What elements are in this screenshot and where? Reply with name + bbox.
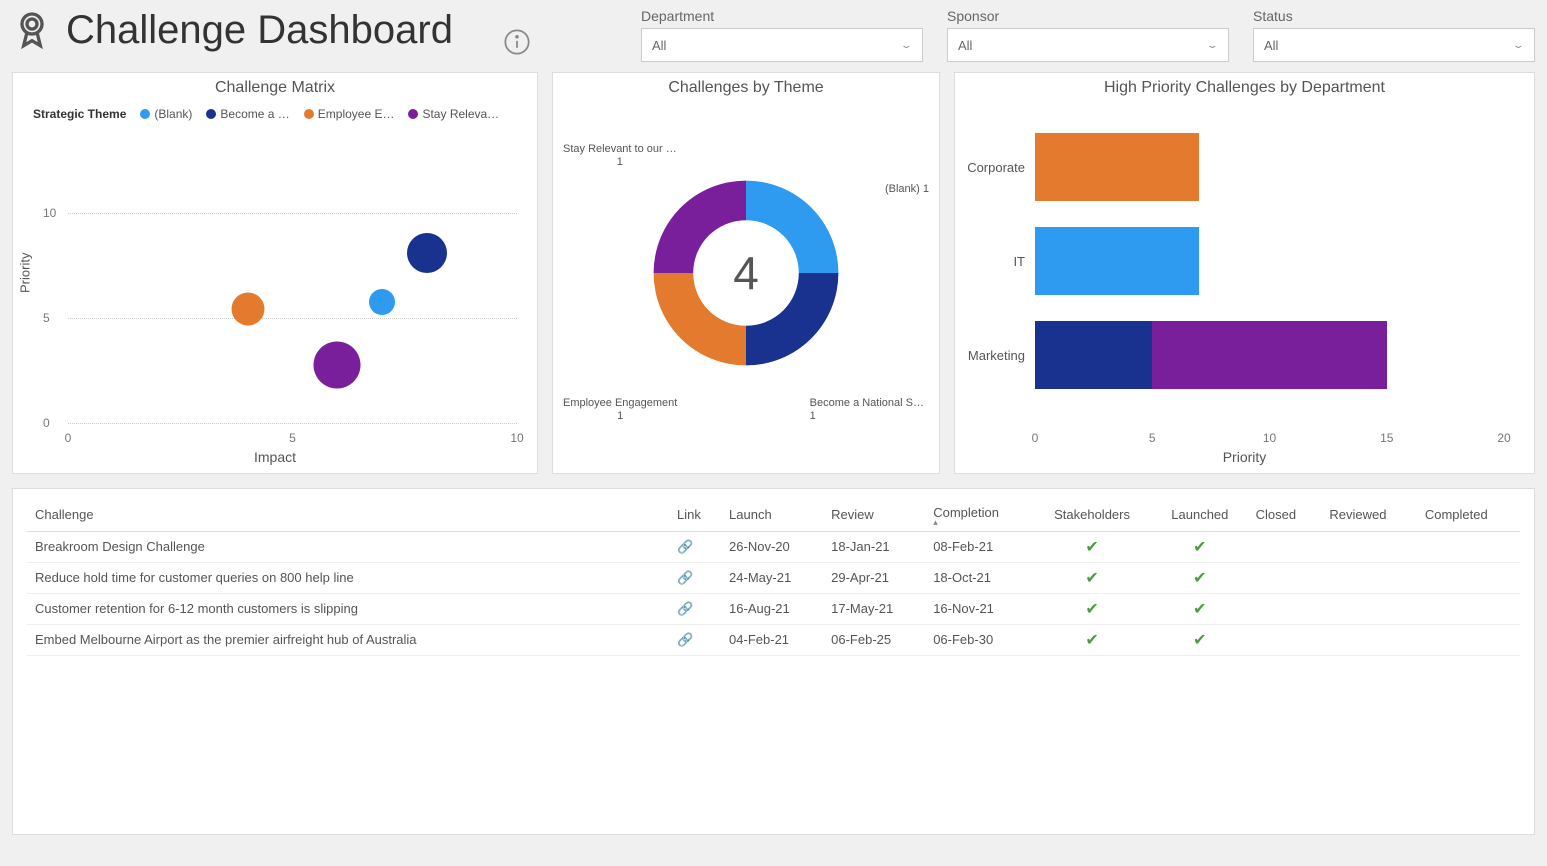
col-closed[interactable]: Closed	[1248, 499, 1322, 531]
hbar-title: High Priority Challenges by Department	[955, 73, 1534, 103]
sponsor-value: All	[958, 38, 972, 53]
link-icon[interactable]: 🔗	[669, 593, 721, 624]
scatter-x-label: Impact	[254, 449, 296, 465]
sort-asc-icon: ▴	[933, 520, 1024, 525]
scatter-plot-area: 05100510	[68, 213, 517, 423]
cell-challenge: Reduce hold time for customer queries on…	[27, 562, 669, 593]
status-dropdown[interactable]: All ⌄	[1253, 28, 1535, 62]
donut-label-employee: Employee Engagement1	[563, 397, 677, 423]
filter-department: Department All ⌄	[641, 8, 923, 62]
page-title: Challenge Dashboard	[66, 8, 453, 53]
cell-launched: ✔	[1152, 562, 1248, 593]
cell-challenge: Embed Melbourne Airport as the premier a…	[27, 624, 669, 655]
chevron-down-icon: ⌄	[1206, 39, 1219, 50]
cell-challenge: Breakroom Design Challenge	[27, 531, 669, 562]
filter-status-label: Status	[1253, 8, 1535, 24]
chevron-down-icon: ⌄	[1512, 39, 1525, 50]
hbar-segment[interactable]	[1152, 321, 1387, 389]
scatter-title: Challenge Matrix	[13, 73, 537, 103]
hbar-segment[interactable]	[1035, 133, 1199, 201]
high-priority-by-department-chart[interactable]: High Priority Challenges by Department 0…	[954, 72, 1535, 474]
cell-review: 06-Feb-25	[823, 624, 925, 655]
filter-sponsor-label: Sponsor	[947, 8, 1229, 24]
col-reviewed[interactable]: Reviewed	[1321, 499, 1416, 531]
col-completion[interactable]: Completion▴	[925, 499, 1032, 531]
sponsor-dropdown[interactable]: All ⌄	[947, 28, 1229, 62]
scatter-point[interactable]	[407, 233, 447, 273]
scatter-point[interactable]	[369, 289, 395, 315]
donut-label-blank: (Blank) 1	[885, 183, 929, 196]
link-icon[interactable]: 🔗	[669, 562, 721, 593]
cell-review: 18-Jan-21	[823, 531, 925, 562]
cell-launched: ✔	[1152, 531, 1248, 562]
cell-completion: 06-Feb-30	[925, 624, 1032, 655]
col-launch[interactable]: Launch	[721, 499, 823, 531]
cell-completion: 18-Oct-21	[925, 562, 1032, 593]
hbar-x-label: Priority	[1223, 449, 1267, 465]
cell-review: 17-May-21	[823, 593, 925, 624]
table-header-row: Challenge Link Launch Review Completion▴…	[27, 499, 1520, 531]
scatter-point[interactable]	[231, 293, 264, 326]
table-row[interactable]: Reduce hold time for customer queries on…	[27, 562, 1520, 593]
challenges-by-theme-chart[interactable]: Challenges by Theme 4 (Blank) 1 Become a…	[552, 72, 940, 474]
scatter-y-label: Priority	[18, 253, 33, 293]
filter-department-label: Department	[641, 8, 923, 24]
legend-item[interactable]: Stay Releva…	[408, 107, 499, 121]
chevron-down-icon: ⌄	[900, 39, 913, 50]
cell-review: 29-Apr-21	[823, 562, 925, 593]
hbar-segment[interactable]	[1035, 321, 1152, 389]
scatter-legend: Strategic Theme (Blank) Become a … Employe…	[33, 107, 527, 121]
header: Challenge Dashboard Department All ⌄ Spo…	[12, 8, 1535, 62]
cell-launch: 16-Aug-21	[721, 593, 823, 624]
filter-status: Status All ⌄	[1253, 8, 1535, 62]
cell-completion: 16-Nov-21	[925, 593, 1032, 624]
table-row[interactable]: Breakroom Design Challenge 🔗 26-Nov-20 1…	[27, 531, 1520, 562]
link-icon[interactable]: 🔗	[669, 624, 721, 655]
col-completed[interactable]: Completed	[1417, 499, 1520, 531]
hbar-category-label: Marketing	[968, 348, 1025, 363]
table-row[interactable]: Embed Melbourne Airport as the premier a…	[27, 624, 1520, 655]
department-value: All	[652, 38, 666, 53]
ribbon-icon	[12, 9, 52, 52]
hbar-category-label: Corporate	[967, 160, 1025, 175]
cell-launch: 04-Feb-21	[721, 624, 823, 655]
cell-launch: 26-Nov-20	[721, 531, 823, 562]
col-review[interactable]: Review	[823, 499, 925, 531]
legend-item[interactable]: Become a …	[206, 107, 289, 121]
hbar-category-label: IT	[1013, 254, 1025, 269]
filter-sponsor: Sponsor All ⌄	[947, 8, 1229, 62]
cell-stakeholders: ✔	[1032, 531, 1152, 562]
col-stakeholders[interactable]: Stakeholders	[1032, 499, 1152, 531]
status-value: All	[1264, 38, 1278, 53]
legend-item[interactable]: Employee E…	[304, 107, 395, 121]
challenge-table: Challenge Link Launch Review Completion▴…	[12, 488, 1535, 835]
department-dropdown[interactable]: All ⌄	[641, 28, 923, 62]
scatter-point[interactable]	[314, 342, 361, 389]
hbar-plot-area: 05101520CorporateITMarketing	[1035, 133, 1504, 423]
link-icon[interactable]: 🔗	[669, 531, 721, 562]
cell-stakeholders: ✔	[1032, 624, 1152, 655]
cell-stakeholders: ✔	[1032, 562, 1152, 593]
hbar-segment[interactable]	[1035, 227, 1199, 295]
cell-completion: 08-Feb-21	[925, 531, 1032, 562]
cell-challenge: Customer retention for 6-12 month custom…	[27, 593, 669, 624]
legend-title: Strategic Theme	[33, 107, 126, 121]
cell-launched: ✔	[1152, 593, 1248, 624]
cell-launch: 24-May-21	[721, 562, 823, 593]
donut-label-become: Become a National S…1	[810, 397, 924, 423]
donut-center-value: 4	[733, 246, 759, 300]
col-link[interactable]: Link	[669, 499, 721, 531]
col-challenge[interactable]: Challenge	[27, 499, 669, 531]
donut-title: Challenges by Theme	[553, 73, 939, 103]
challenge-matrix-chart[interactable]: Challenge Matrix Strategic Theme (Blank)…	[12, 72, 538, 474]
donut-label-stay: Stay Relevant to our …1	[563, 143, 677, 169]
col-launched[interactable]: Launched	[1152, 499, 1248, 531]
info-icon[interactable]	[503, 28, 531, 59]
legend-item[interactable]: (Blank)	[140, 107, 192, 121]
cell-launched: ✔	[1152, 624, 1248, 655]
cell-stakeholders: ✔	[1032, 593, 1152, 624]
table-row[interactable]: Customer retention for 6-12 month custom…	[27, 593, 1520, 624]
